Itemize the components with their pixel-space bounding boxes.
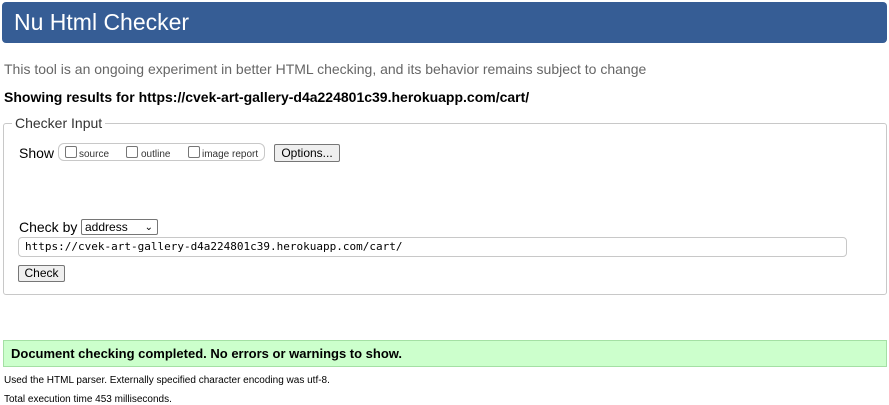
- showing-results-heading: Showing results for https://cvek-art-gal…: [4, 89, 530, 105]
- outline-checkbox[interactable]: [126, 146, 138, 158]
- url-input[interactable]: https://cvek-art-gallery-d4a224801c39.he…: [18, 237, 847, 257]
- source-checkbox[interactable]: [65, 146, 77, 158]
- tagline: This tool is an ongoing experiment in be…: [4, 61, 647, 77]
- check-by-selected-value: address: [85, 220, 128, 234]
- check-by-label: Check by: [19, 219, 78, 235]
- success-message: Document checking completed. No errors o…: [3, 340, 887, 367]
- check-by-select[interactable]: address ⌄: [81, 219, 158, 235]
- check-button[interactable]: Check: [18, 265, 65, 282]
- image-report-checkbox-label[interactable]: image report: [202, 149, 258, 160]
- image-report-checkbox[interactable]: [188, 146, 200, 158]
- execution-time-info: Total execution time 453 milliseconds.: [4, 394, 172, 405]
- nu-html-checker-page: Nu Html Checker This tool is an ongoing …: [0, 0, 889, 405]
- show-label: Show: [19, 145, 55, 161]
- source-checkbox-label[interactable]: source: [79, 149, 109, 160]
- page-title: Nu Html Checker: [2, 2, 887, 43]
- checker-input-legend: Checker Input: [12, 115, 106, 131]
- chevron-down-icon: ⌄: [144, 222, 153, 233]
- options-button[interactable]: Options...: [274, 144, 340, 162]
- parser-info: Used the HTML parser. Externally specifi…: [4, 375, 330, 386]
- outline-checkbox-label[interactable]: outline: [141, 149, 170, 160]
